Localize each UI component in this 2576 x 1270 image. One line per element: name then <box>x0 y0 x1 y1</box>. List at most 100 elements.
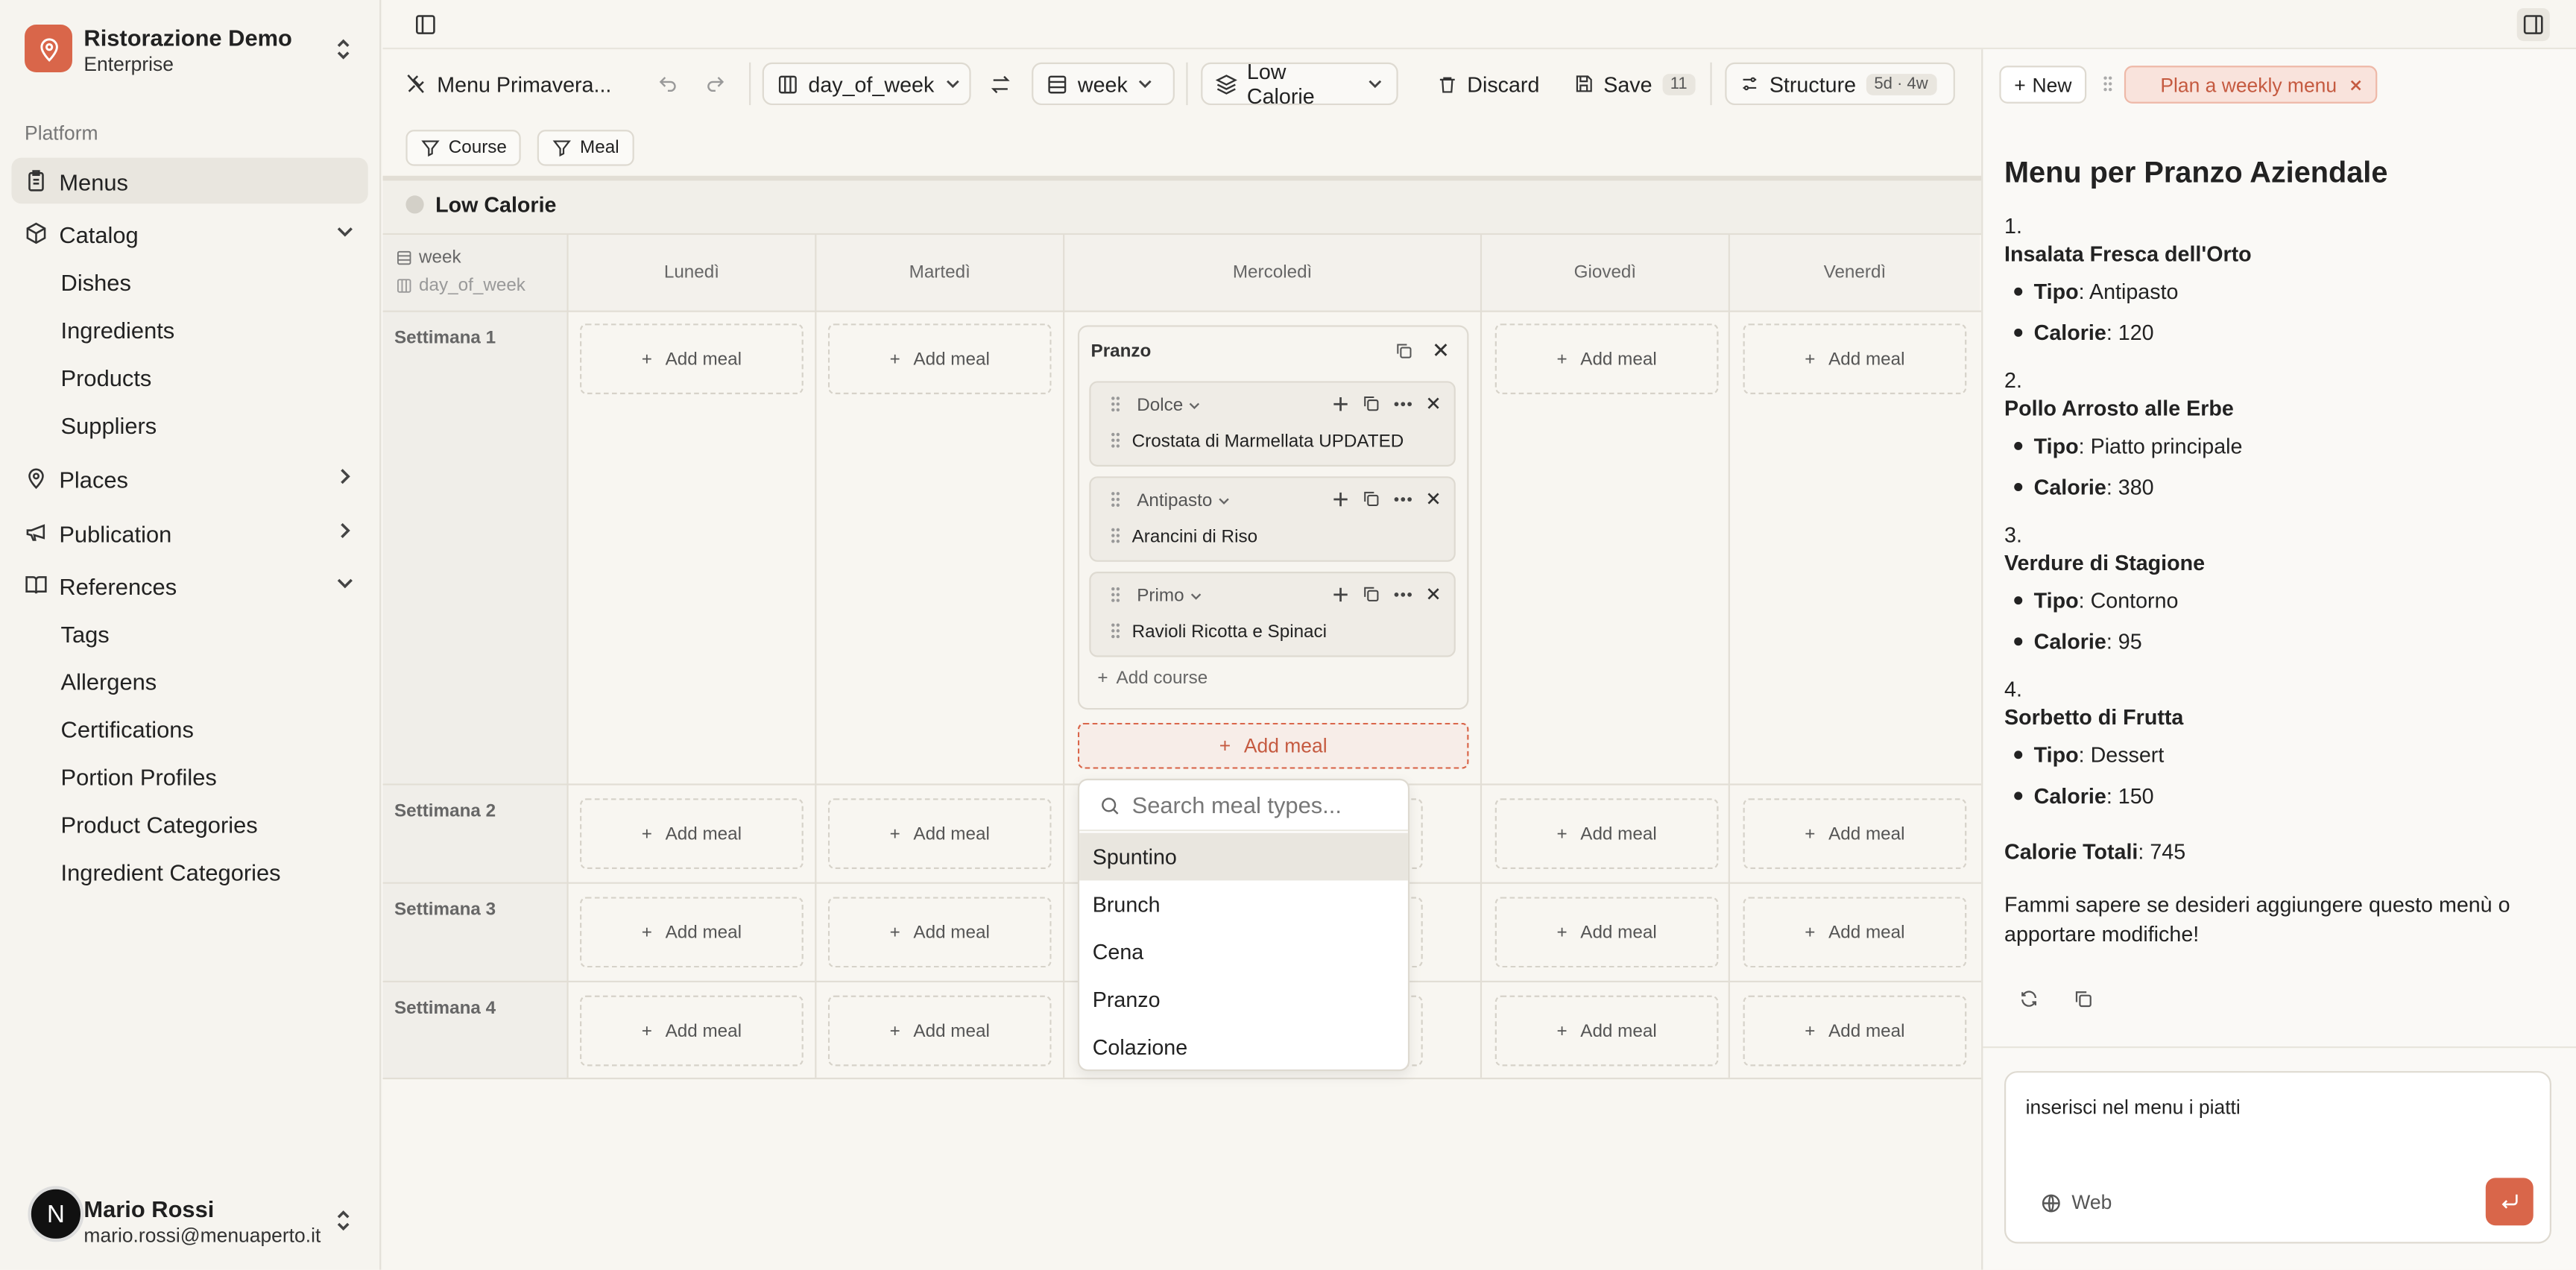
sidebar-subitem-certifications[interactable]: Certifications <box>61 716 194 742</box>
sidebar-item-places[interactable]: Places <box>11 455 367 502</box>
sidebar-subitem-tags[interactable]: Tags <box>61 621 110 647</box>
add-meal-button[interactable]: + Add meal <box>580 323 804 394</box>
copy-icon[interactable] <box>1362 394 1380 412</box>
copy-icon[interactable] <box>2074 989 2093 1008</box>
add-meal-button[interactable]: + Add meal <box>1743 995 1967 1067</box>
sidebar-subitem-allergens[interactable]: Allergens <box>61 669 157 695</box>
drag-handle-icon[interactable] <box>1111 491 1120 508</box>
sidebar-subitem-products[interactable]: Products <box>61 364 152 391</box>
copy-icon[interactable] <box>1362 490 1380 508</box>
sidebar-subitem-suppliers[interactable]: Suppliers <box>61 412 157 438</box>
sidebar-item-menus[interactable]: Menus <box>11 157 368 204</box>
add-meal-button[interactable]: + Add meal <box>827 897 1052 968</box>
add-meal-button[interactable]: + Add meal <box>827 323 1052 394</box>
sidebar-subitem-product-categories[interactable]: Product Categories <box>61 812 258 838</box>
chevrons-updown-icon[interactable] <box>333 36 353 62</box>
add-meal-button[interactable]: + Add meal <box>1494 323 1719 394</box>
web-toggle[interactable]: Web <box>2040 1191 2112 1214</box>
drag-handle-icon[interactable] <box>1111 396 1120 412</box>
chevrons-updown-icon[interactable] <box>333 1207 353 1233</box>
close-icon[interactable] <box>2350 78 2364 92</box>
meal-type-search-input[interactable] <box>1131 792 1395 818</box>
course-card[interactable]: Primo Ravioli Ricotta e Spinaci <box>1089 572 1456 657</box>
add-meal-button[interactable]: + Add meal <box>580 897 804 968</box>
add-meal-button[interactable]: + Add meal <box>827 798 1052 869</box>
add-meal-button[interactable]: + Add meal <box>1494 897 1719 968</box>
drag-handle-icon[interactable] <box>2103 75 2112 92</box>
undo-icon[interactable] <box>657 74 679 95</box>
chat-input[interactable]: inserisci nel menu i piatti <box>2026 1096 2241 1119</box>
drag-handle-icon[interactable] <box>1111 528 1120 544</box>
meal-type-option-colazione[interactable]: Colazione <box>1079 1023 1408 1070</box>
add-meal-button[interactable]: + Add meal <box>1743 323 1967 394</box>
copy-icon[interactable] <box>1395 341 1412 359</box>
utensils-icon <box>404 72 427 95</box>
columns-select[interactable]: day_of_week <box>762 62 971 106</box>
sidebar-toggle-icon[interactable] <box>414 13 437 37</box>
plus-icon[interactable] <box>1333 395 1349 411</box>
close-icon[interactable] <box>1426 491 1441 506</box>
more-icon[interactable] <box>1393 590 1412 597</box>
send-button[interactable] <box>2485 1178 2534 1226</box>
add-meal-label: Add meal <box>1580 349 1657 369</box>
add-meal-button[interactable]: + Add meal <box>1494 995 1719 1067</box>
sidebar-subitem-dishes[interactable]: Dishes <box>61 269 131 295</box>
meal-type-option-brunch[interactable]: Brunch <box>1079 880 1408 928</box>
add-meal-button[interactable]: + Add meal <box>580 798 804 869</box>
user-name[interactable]: Mario Rossi <box>83 1196 214 1222</box>
course-type-select[interactable]: Dolce <box>1137 396 1201 416</box>
meal-type-option-pranzo[interactable]: Pranzo <box>1079 976 1408 1023</box>
add-meal-button[interactable]: + Add meal <box>1743 897 1967 968</box>
close-icon[interactable] <box>1426 396 1441 411</box>
course-card[interactable]: Dolce Crostata di Marmellata UPDATED <box>1089 381 1456 467</box>
meal-type-option-cena[interactable]: Cena <box>1079 928 1408 976</box>
swap-icon[interactable] <box>989 74 1012 95</box>
drag-handle-icon[interactable] <box>1111 587 1120 603</box>
more-icon[interactable] <box>1393 496 1412 502</box>
sidebar-item-publication[interactable]: Publication <box>11 509 367 555</box>
plus-icon[interactable] <box>1333 490 1349 507</box>
rows-select[interactable]: week <box>1032 62 1175 106</box>
redo-icon[interactable] <box>705 74 727 95</box>
course-type-select[interactable]: Antipasto <box>1137 491 1230 511</box>
refresh-icon[interactable] <box>2019 989 2039 1008</box>
close-icon[interactable] <box>1433 341 1449 358</box>
add-course-button[interactable]: + Add course <box>1097 669 1208 688</box>
org-name[interactable]: Ristorazione Demo <box>83 25 292 51</box>
drag-handle-icon[interactable] <box>1111 622 1120 639</box>
chat-composer[interactable]: inserisci nel menu i piatti Web <box>2004 1071 2551 1244</box>
meal-type-option-spuntino[interactable]: Spuntino <box>1079 833 1408 881</box>
filter-course[interactable]: Course <box>405 130 522 166</box>
dish-name[interactable]: Ravioli Ricotta e Spinaci <box>1132 622 1327 642</box>
dish-name[interactable]: Crostata di Marmellata UPDATED <box>1132 432 1404 452</box>
drag-handle-icon[interactable] <box>1111 432 1120 449</box>
sidebar-subitem-portion-profiles[interactable]: Portion Profiles <box>61 764 217 790</box>
org-logo[interactable] <box>25 25 72 72</box>
add-meal-button[interactable]: + Add meal <box>580 995 804 1067</box>
filter-meal[interactable]: Meal <box>537 130 634 166</box>
plus-icon[interactable] <box>1333 586 1349 602</box>
copy-icon[interactable] <box>1362 585 1380 603</box>
more-icon[interactable] <box>1393 400 1412 407</box>
save-button[interactable]: Save 11 <box>1574 63 1696 105</box>
sidebar-subitem-ingredients[interactable]: Ingredients <box>61 317 175 343</box>
add-meal-button[interactable]: + Add meal <box>1743 798 1967 869</box>
discard-button[interactable]: Discard <box>1438 63 1539 105</box>
structure-button[interactable]: Structure 5d · 4w <box>1725 62 1955 106</box>
add-meal-button[interactable]: + Add meal <box>827 995 1052 1067</box>
course-type-select[interactable]: Primo <box>1137 587 1202 606</box>
course-card[interactable]: Antipasto Arancini di Riso <box>1089 476 1456 562</box>
dish-name[interactable]: Arancini di Riso <box>1132 528 1257 547</box>
sidebar-subitem-ingredient-categories[interactable]: Ingredient Categories <box>61 859 281 885</box>
close-icon[interactable] <box>1426 587 1441 601</box>
chat-tab[interactable]: Plan a weekly menu <box>2124 66 2378 104</box>
variant-select[interactable]: Low Calorie <box>1201 59 1398 108</box>
sidebar-item-catalog[interactable]: Catalog <box>11 210 367 256</box>
new-chat-button[interactable]: + New <box>1999 66 2087 104</box>
panel-toggle-icon[interactable] <box>2516 8 2550 42</box>
avatar[interactable]: N <box>28 1186 84 1242</box>
add-meal-button[interactable]: + Add meal <box>1494 798 1719 869</box>
sidebar-item-references[interactable]: References <box>11 562 367 608</box>
menu-title[interactable]: Menu Primavera... <box>404 63 611 105</box>
add-meal-button-active[interactable]: + Add meal <box>1077 722 1469 769</box>
